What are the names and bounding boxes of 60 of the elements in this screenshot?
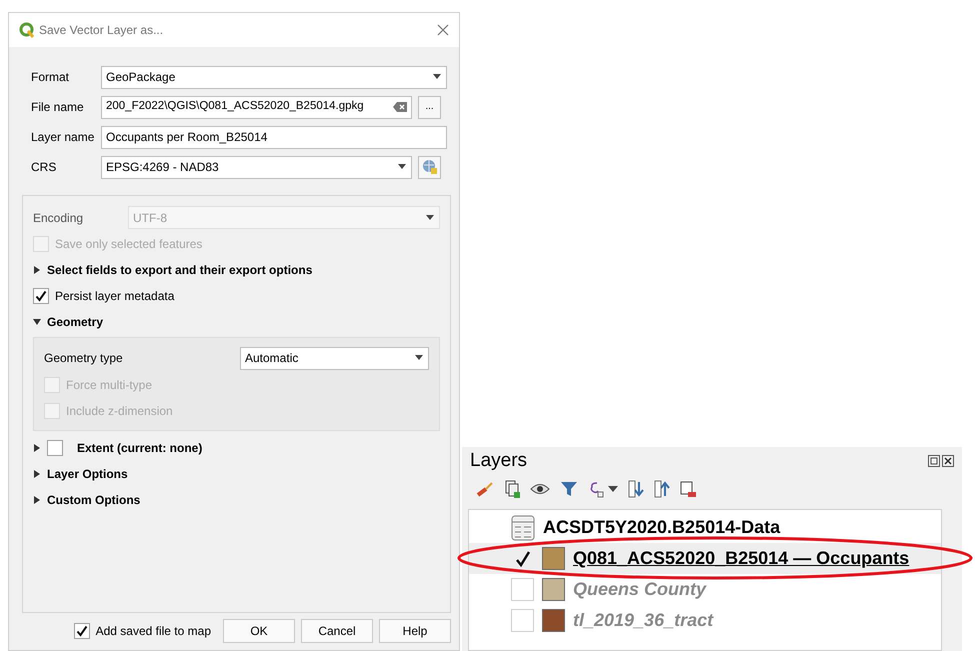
checkbox[interactable] (33, 288, 49, 304)
checkbox-label: Force multi-type (66, 377, 152, 394)
text-field[interactable]: Occupants per Room_B25014 (101, 126, 447, 148)
paintbrush-icon[interactable] (476, 481, 494, 497)
checkbox[interactable] (47, 440, 63, 456)
section-header[interactable]: Extent (current: none) (77, 439, 202, 457)
dropdown-caret-icon[interactable] (608, 486, 618, 492)
collapsed-triangle-icon[interactable] (33, 266, 41, 274)
field-label: File name (31, 99, 85, 116)
checkbox-label: Persist layer metadata (55, 288, 174, 305)
section-header[interactable]: Custom Options (47, 491, 140, 509)
field-label: Encoding (33, 210, 84, 226)
dropdown-caret-icon (425, 214, 435, 220)
check-icon (76, 625, 88, 637)
dropdown-caret-icon (414, 355, 424, 361)
browse-button[interactable]: ... (418, 96, 441, 118)
section-header[interactable]: Layer Options (47, 465, 128, 483)
collapsed-triangle-icon[interactable] (33, 496, 41, 504)
field-label: Format (31, 69, 70, 86)
section-header[interactable]: Select fields to export and their export options (47, 261, 312, 279)
layer-visibility-checkbox[interactable] (511, 578, 534, 601)
check-icon (35, 290, 47, 302)
table-icon (511, 514, 535, 540)
app-logo-icon (19, 22, 35, 38)
close-icon[interactable] (942, 455, 954, 467)
panel-title: Layers (470, 448, 528, 473)
dropdown-caret-icon (397, 164, 407, 170)
section-header[interactable]: Geometry (47, 313, 104, 331)
float-panel-icon[interactable] (928, 455, 940, 467)
field-label: CRS (31, 159, 58, 176)
expanded-triangle-icon[interactable] (33, 318, 41, 326)
globe-icon (422, 159, 438, 175)
clear-icon[interactable] (393, 102, 407, 112)
layer-visibility-checkbox[interactable] (511, 609, 534, 632)
collapsed-triangle-icon[interactable] (33, 470, 41, 478)
dialog-button[interactable]: Help (379, 619, 451, 643)
layer-name[interactable]: ACSDT5Y2020.B25014-Data (543, 514, 780, 541)
expression-icon[interactable] (588, 480, 604, 498)
dropdown[interactable]: GeoPackage (101, 66, 447, 88)
field-label: Layer name (31, 129, 96, 146)
checkbox[interactable] (74, 623, 90, 639)
collapse-all-icon[interactable] (654, 480, 670, 498)
checkbox-label: Include z-dimension (66, 403, 173, 420)
field-label: Geometry type (44, 350, 124, 367)
window-title: Save Vector Layer as... (39, 22, 164, 39)
checkbox-label: Save only selected features (55, 236, 202, 253)
collapsed-triangle-icon[interactable] (33, 444, 41, 452)
file-path-field[interactable]: 200_F2022\QGIS\Q081_ACS52020_B25014.gpkg (101, 96, 412, 118)
dropdown-caret-icon (432, 74, 442, 80)
add-group-icon[interactable] (504, 480, 520, 498)
remove-layer-icon[interactable] (680, 480, 696, 498)
dropdown[interactable]: Automatic (240, 346, 429, 370)
expand-all-icon[interactable] (628, 480, 644, 498)
dropdown[interactable]: EPSG:4269 - NAD83 (101, 156, 412, 178)
eye-icon[interactable] (530, 482, 550, 496)
check-icon (514, 550, 530, 566)
dialog-button[interactable]: Cancel (301, 619, 373, 643)
dialog-button[interactable]: OK (223, 619, 295, 643)
checkbox-label: Add saved file to map (96, 623, 211, 640)
filter-icon[interactable] (560, 480, 578, 498)
